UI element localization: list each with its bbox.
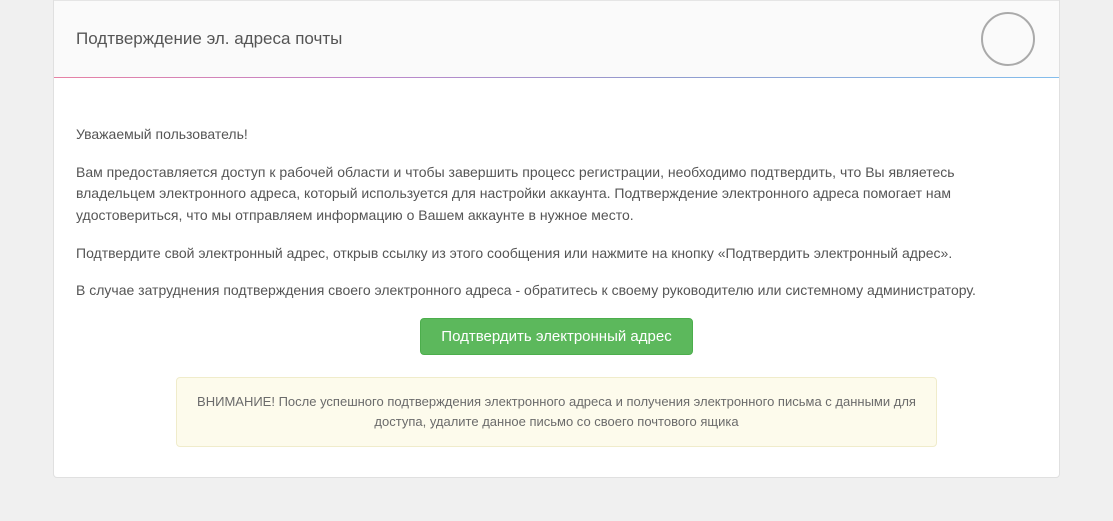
body-paragraph-1: Вам предоставляется доступ к рабочей обл… xyxy=(76,162,1037,227)
button-row: Подтвердить электронный адрес xyxy=(76,318,1037,355)
circle-icon xyxy=(981,12,1035,66)
email-confirmation-card: Подтверждение эл. адреса почты Уважаемый… xyxy=(53,0,1060,478)
greeting-text: Уважаемый пользователь! xyxy=(76,124,1037,146)
card-title: Подтверждение эл. адреса почты xyxy=(76,29,1037,49)
warning-alert: ВНИМАНИЕ! После успешного подтверждения … xyxy=(176,377,937,447)
body-paragraph-2: Подтвердите свой электронный адрес, откр… xyxy=(76,243,1037,265)
body-paragraph-3: В случае затруднения подтверждения своег… xyxy=(76,280,1037,302)
card-header: Подтверждение эл. адреса почты xyxy=(54,0,1059,78)
confirm-email-button[interactable]: Подтвердить электронный адрес xyxy=(420,318,692,355)
card-body: Уважаемый пользователь! Вам предоставляе… xyxy=(54,78,1059,477)
